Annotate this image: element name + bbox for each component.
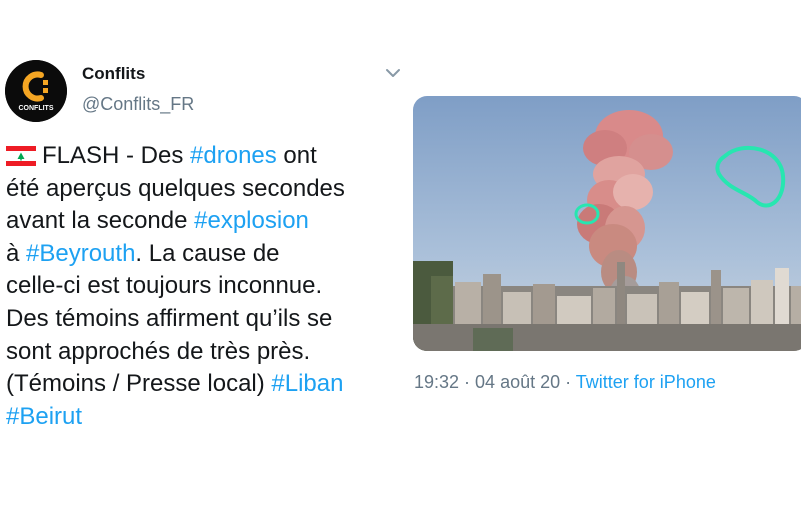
- hashtag-link[interactable]: #Beyrouth: [26, 240, 135, 267]
- author-name[interactable]: Conflits: [82, 64, 145, 84]
- tweet-text-segment: (Témoins / Presse local): [6, 370, 272, 398]
- tweet-text-line: sont approchés de très près.: [6, 336, 398, 369]
- tweet-text-line: avant la seconde #explosion: [6, 205, 398, 238]
- avatar-text: CONFLITS: [19, 105, 54, 112]
- tweet-text-segment: ont: [276, 142, 317, 169]
- hashtag-link[interactable]: #Liban: [271, 370, 343, 397]
- author-handle[interactable]: @Conflits_FR: [82, 94, 194, 115]
- tweet-text-segment: FLASH - Des: [42, 142, 191, 169]
- tweet-text-line: Des témoins affirment qu’ils se: [6, 303, 398, 336]
- tweet-text-line: été aperçus quelques secondes: [6, 173, 398, 206]
- tweet-text-segment: à: [6, 239, 27, 267]
- tweet-text-segment: avant la seconde: [6, 207, 195, 235]
- hashtag-link[interactable]: #Beirut: [6, 403, 82, 430]
- avatar[interactable]: CONFLITS: [5, 60, 67, 122]
- tweet-text-segment: été aperçus quelques secondes: [6, 174, 345, 202]
- tweet-text-line: FLASH - Des #drones ont: [6, 140, 398, 173]
- tweet-text-line: #Beirut: [6, 401, 398, 434]
- tweet-text-segment: sont approchés de très près.: [6, 337, 311, 365]
- hashtag-link[interactable]: #drones: [190, 142, 277, 169]
- more-options-button[interactable]: [384, 64, 402, 82]
- tweet-text-line: à #Beyrouth. La cause de: [6, 238, 398, 271]
- logo-icon: CONFLITS: [5, 60, 67, 122]
- tweet-media[interactable]: [413, 96, 801, 351]
- tweet-meta: 19:32 · 04 août 20 · Twitter for iPhone: [414, 372, 716, 393]
- tweet-timestamp: 19:32 · 04 août 20 ·: [414, 372, 576, 392]
- explosion-photo-image: [413, 96, 801, 351]
- tweet-text: FLASH - Des #drones ont été aperçus quelq…: [6, 140, 398, 433]
- hashtag-link[interactable]: #explosion: [194, 207, 309, 234]
- tweet-source-link[interactable]: Twitter for iPhone: [576, 372, 716, 392]
- tweet-text-segment: . La cause de: [135, 239, 280, 267]
- lebanon-flag-icon: [6, 146, 36, 166]
- chevron-down-icon: [386, 69, 400, 77]
- tweet-text-line: celle-ci est toujours inconnue.: [6, 270, 398, 303]
- tweet-text-segment: Des témoins affirment qu’ils se: [6, 304, 333, 332]
- tweet-text-line: (Témoins / Presse local) #Liban: [6, 368, 398, 401]
- tweet-text-segment: celle-ci est toujours inconnue.: [6, 272, 323, 300]
